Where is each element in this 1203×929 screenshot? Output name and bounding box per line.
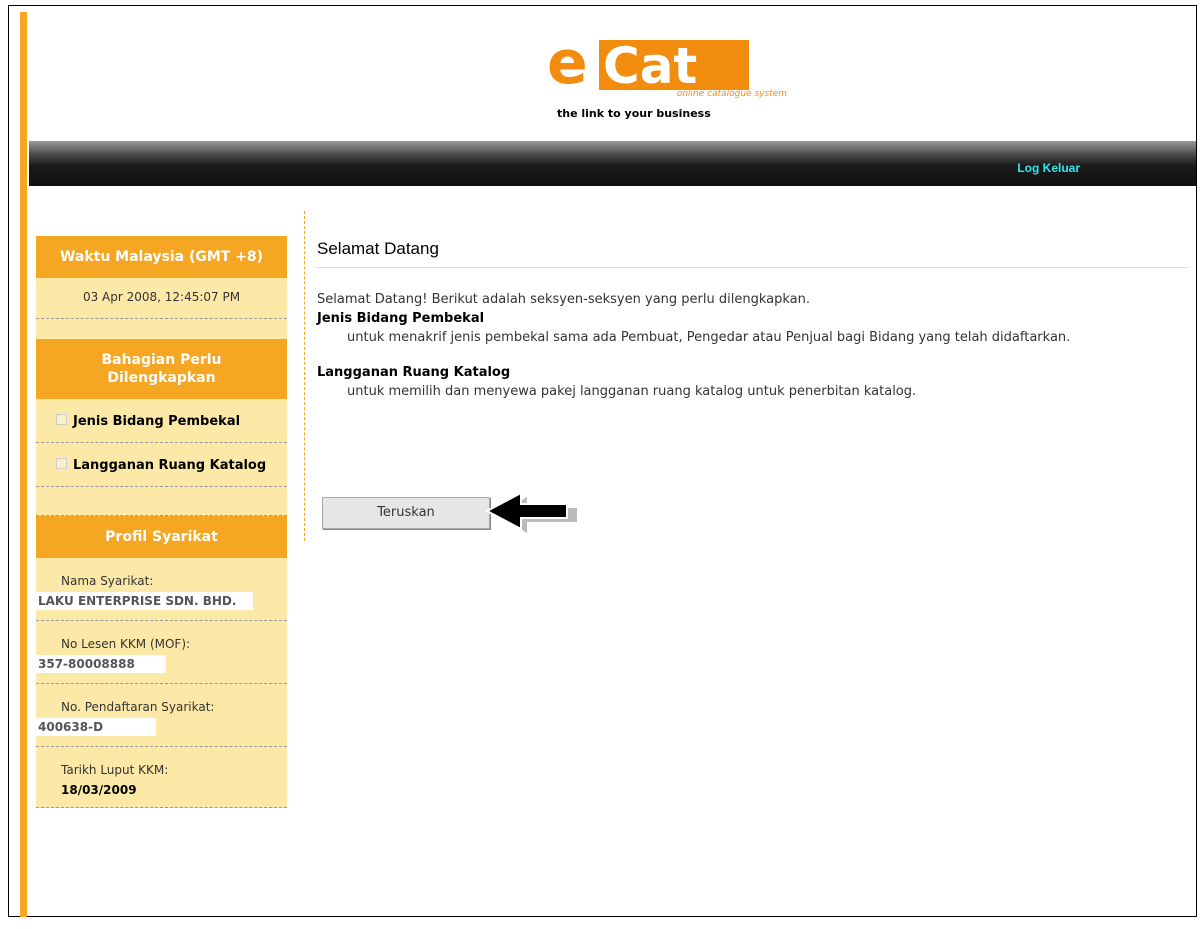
header: e Cat online catalogue system the link t… [9, 6, 1196, 141]
left-accent-bar [20, 12, 27, 917]
profile-expiry-date: Tarikh Luput KKM: 18/03/2009 [36, 747, 287, 808]
tagline: the link to your business [557, 107, 711, 120]
logo-cat: Cat [599, 40, 749, 92]
profile-registration-no: No. Pendaftaran Syarikat: 400638-D [36, 684, 287, 747]
field-label: No Lesen KKM (MOF): [61, 637, 191, 651]
vertical-divider [304, 211, 305, 541]
checkbox-icon [56, 414, 67, 425]
checkbox-icon [56, 458, 67, 469]
profile-heading: Profil Syarikat [36, 516, 287, 558]
sidebar: Waktu Malaysia (GMT +8) 03 Apr 2008, 12:… [36, 236, 287, 808]
sidebar-item-langganan[interactable]: Langganan Ruang Katalog [36, 443, 287, 487]
intro-text: Selamat Datang! Berikut adalah seksyen-s… [317, 292, 810, 307]
sidebar-item-jenis-bidang[interactable]: Jenis Bidang Pembekal [36, 399, 287, 443]
sidebar-item-label: Langganan Ruang Katalog [73, 458, 267, 473]
page-title: Selamat Datang [317, 239, 1187, 268]
profile-company-name: Nama Syarikat: LAKU ENTERPRISE SDN. BHD. [36, 558, 287, 621]
section-desc: untuk memilih dan menyewa pakej langgana… [347, 384, 917, 399]
field-value: LAKU ENTERPRISE SDN. BHD. [36, 592, 253, 610]
sidebar-item-label: Jenis Bidang Pembekal [73, 414, 241, 429]
field-label: No. Pendaftaran Syarikat: [61, 700, 215, 714]
section-title: Langganan Ruang Katalog [317, 365, 511, 380]
section-desc: untuk menakrif jenis pembekal sama ada P… [347, 330, 1071, 345]
arrow-left-icon [484, 491, 577, 533]
clock: 03 Apr 2008, 12:45:07 PM [36, 278, 287, 319]
page-frame: e Cat online catalogue system the link t… [8, 5, 1197, 917]
main-content: Selamat Datang Selamat Datang! Berikut a… [317, 239, 1187, 533]
field-value: 357-80008888 [36, 655, 166, 673]
field-label: Nama Syarikat: [61, 574, 154, 588]
field-value: 18/03/2009 [61, 783, 137, 797]
profile-list: Nama Syarikat: LAKU ENTERPRISE SDN. BHD.… [36, 558, 287, 808]
top-navbar: Log Keluar [29, 141, 1196, 186]
logout-link[interactable]: Log Keluar [1017, 161, 1080, 175]
sections-list: Jenis Bidang Pembekal Langganan Ruang Ka… [36, 399, 287, 516]
profile-mof-license: No Lesen KKM (MOF): 357-80008888 [36, 621, 287, 684]
ecat-logo[interactable]: e Cat online catalogue system [547, 28, 787, 99]
logo-e: e [547, 28, 588, 98]
field-label: Tarikh Luput KKM: [61, 763, 169, 777]
logo-subtitle: online catalogue system [676, 89, 787, 99]
time-heading: Waktu Malaysia (GMT +8) [36, 236, 287, 278]
continue-button[interactable]: Teruskan [322, 497, 490, 529]
sidebar-gap [36, 487, 287, 515]
sidebar-gap [36, 319, 287, 339]
sections-heading: Bahagian Perlu Dilengkapkan [36, 339, 287, 399]
field-value: 400638-D [36, 718, 156, 736]
section-title: Jenis Bidang Pembekal [317, 311, 485, 326]
